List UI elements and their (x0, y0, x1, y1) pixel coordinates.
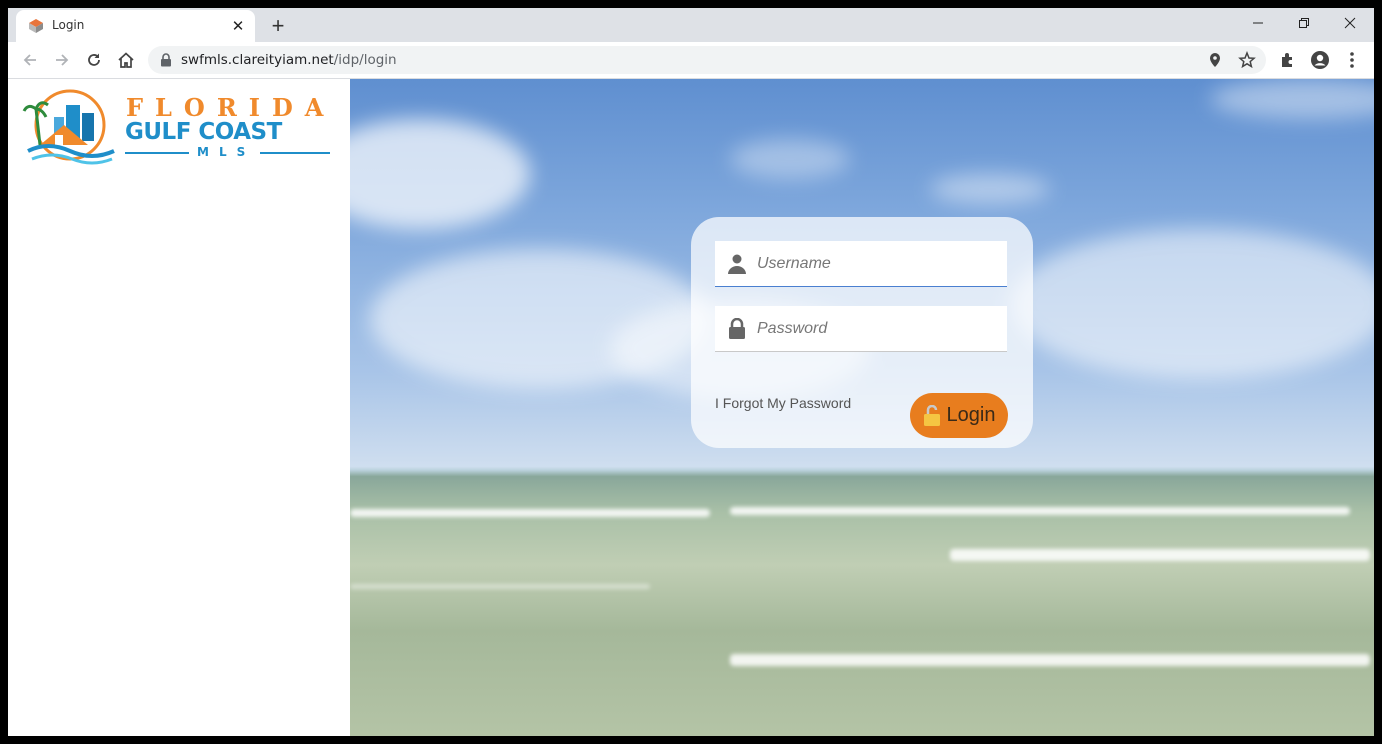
lock-icon[interactable] (160, 53, 172, 67)
browser-toolbar: swfmls.clareityiam.net/idp/login (8, 42, 1374, 79)
logo-text-florida: FLORIDA (126, 93, 336, 122)
beach-background: I Forgot My Password Login (350, 79, 1374, 736)
login-button[interactable]: Login (910, 393, 1008, 438)
password-input[interactable] (755, 314, 999, 344)
login-button-label: Login (946, 404, 996, 426)
logo-text-gulf-coast: GULF COAST (125, 119, 282, 145)
url-text[interactable]: swfmls.clareityiam.net/idp/login (181, 52, 397, 68)
password-field[interactable] (715, 306, 1007, 352)
logo-divider-right (260, 152, 330, 154)
sidebar: FLORIDA GULF COAST MLS (8, 79, 350, 736)
username-input[interactable] (755, 249, 999, 279)
bookmark-star-icon[interactable] (1238, 51, 1256, 69)
tab-close-icon[interactable]: ✕ (229, 17, 247, 35)
taskbar-strip (0, 736, 1382, 744)
home-button[interactable] (112, 46, 140, 74)
profile-avatar-icon[interactable] (1310, 50, 1330, 70)
tab-login[interactable]: Login ✕ (16, 10, 255, 42)
clarity-favicon-icon (29, 19, 43, 33)
location-pin-icon[interactable] (1206, 51, 1224, 69)
forward-button[interactable] (48, 46, 76, 74)
logo-divider-left (125, 152, 189, 154)
close-window-button[interactable] (1327, 8, 1373, 38)
lock-icon (729, 318, 745, 339)
page-content: FLORIDA GULF COAST MLS Username I Forgot… (8, 79, 1374, 736)
arrow-left-icon (23, 54, 36, 66)
restore-icon (1299, 18, 1309, 28)
home-icon (118, 52, 134, 68)
address-bar[interactable]: swfmls.clareityiam.net/idp/login (148, 46, 1266, 74)
unlock-icon (923, 404, 940, 426)
browser-window: Login ✕ + swfmls.clareityiam.net/idp/log… (8, 8, 1374, 736)
kebab-menu-icon[interactable] (1342, 50, 1362, 70)
tab-strip: Login ✕ + (8, 8, 1374, 42)
logo-emblem-icon (22, 89, 115, 165)
arrow-right-icon (56, 54, 69, 66)
reload-button[interactable] (80, 46, 108, 74)
new-tab-button[interactable]: + (266, 13, 290, 38)
logo-text-mls: MLS (197, 145, 256, 159)
extensions-icon[interactable] (1278, 50, 1298, 70)
minimize-button[interactable] (1235, 8, 1281, 38)
minimize-icon (1253, 22, 1263, 24)
tab-title: Login (52, 18, 85, 32)
forgot-password-link[interactable]: I Forgot My Password (715, 395, 851, 411)
username-field[interactable] (715, 241, 1007, 287)
user-icon (728, 254, 746, 274)
florida-gulf-coast-mls-logo[interactable]: FLORIDA GULF COAST MLS (22, 87, 334, 167)
close-icon (1344, 17, 1356, 29)
login-card: I Forgot My Password Login (691, 217, 1033, 448)
reload-icon (88, 53, 100, 66)
back-button[interactable] (16, 46, 44, 74)
restore-button[interactable] (1281, 8, 1327, 38)
